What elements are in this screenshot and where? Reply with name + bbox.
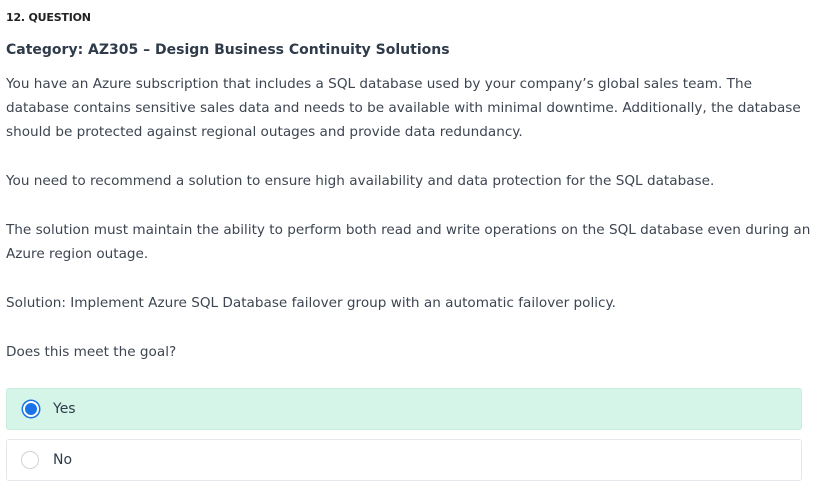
question-paragraph-1: You have an Azure subscription that incl… <box>6 76 801 140</box>
answer-option-label: Yes <box>53 401 76 417</box>
question-number: 12. QUESTION <box>6 11 91 24</box>
answer-option-label: No <box>53 452 73 468</box>
question-paragraph-2: You need to recommend a solution to ensu… <box>6 173 715 189</box>
question-solution: Solution: Implement Azure SQL Database f… <box>6 295 616 311</box>
radio-unselected-icon[interactable] <box>21 451 39 469</box>
question-paragraph-3: The solution must maintain the ability t… <box>6 222 811 262</box>
radio-selected-icon[interactable] <box>23 401 39 417</box>
question-category: Category: AZ305 – Design Business Contin… <box>6 42 450 58</box>
answer-option-no[interactable]: No <box>6 439 802 481</box>
answer-option-yes[interactable]: Yes <box>6 388 802 430</box>
question-prompt: Does this meet the goal? <box>6 344 177 360</box>
question-panel: 12. QUESTION Category: AZ305 – Design Bu… <box>0 0 831 498</box>
